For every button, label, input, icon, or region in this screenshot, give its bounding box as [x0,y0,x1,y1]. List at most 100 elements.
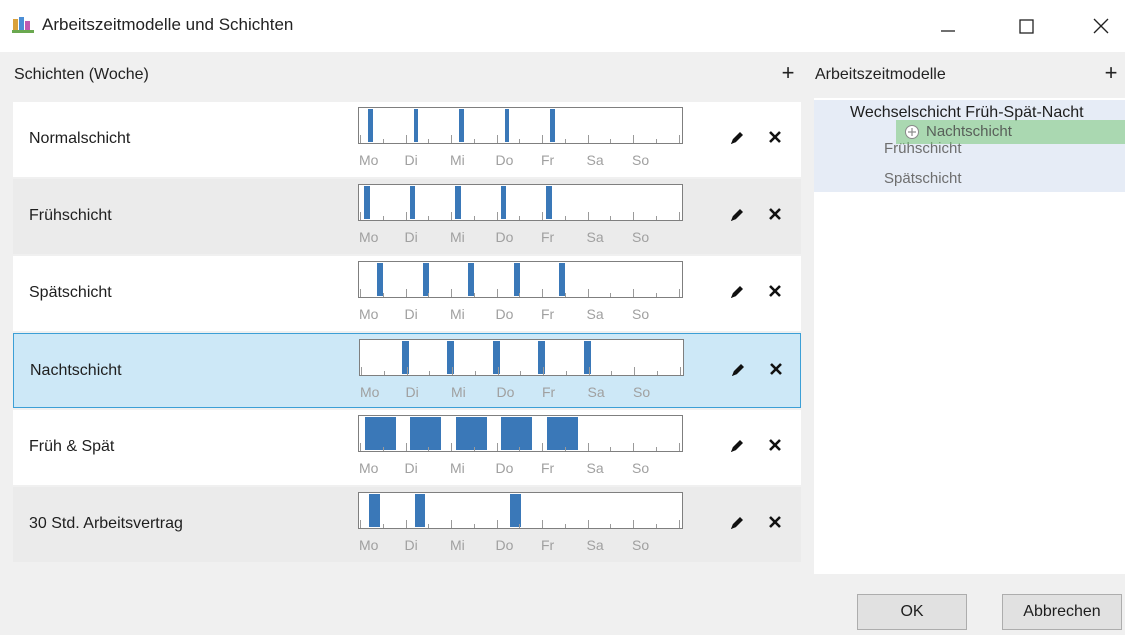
day-label: Mi [450,306,465,322]
plus-icon: + [781,60,795,85]
shift-time-block [459,109,464,142]
day-label: Do [495,229,514,245]
half-day-tick [429,371,431,375]
shift-time-block [455,417,487,450]
delete-shift-button[interactable] [765,128,785,148]
cancel-button[interactable]: Abbrechen [1002,594,1122,630]
day-label: Di [404,537,418,553]
shift-time-block [492,341,500,374]
pencil-icon [731,517,743,529]
week-schedule-bar [358,415,683,452]
day-label: Mo [359,306,379,322]
delete-shift-button[interactable] [765,436,785,456]
shift-row[interactable]: 30 Std. Arbeitsvertrag Mo Di Mi Do Fr Sa So [13,487,801,562]
shift-row[interactable]: Frühschicht Mo Di Mi Do Fr Sa So [13,179,801,254]
day-tick [496,135,498,143]
day-tick [587,212,589,220]
day-tick [679,367,681,375]
delete-icon [769,439,781,451]
day-tick [405,289,407,297]
shift-time-block [368,109,373,142]
day-tick [405,212,407,220]
day-tick [496,212,498,220]
shift-time-block [500,186,507,219]
plus-icon: + [1104,60,1118,85]
half-day-tick [473,524,475,528]
day-label: Mi [450,229,465,245]
delete-icon [769,516,781,528]
window-title: Arbeitszeitmodelle und Schichten [42,15,294,34]
shift-row[interactable]: Früh & Spät Mo Di Mi Do Fr Sa So [13,410,801,485]
half-day-tick [519,447,521,451]
app-icon [12,17,34,33]
half-day-tick [383,371,385,375]
pencil-icon [731,286,743,298]
edit-shift-button[interactable] [727,282,747,302]
day-label: Mi [450,152,465,168]
shift-row[interactable]: Spätschicht Mo Di Mi Do Fr Sa So [13,256,801,331]
delete-shift-button[interactable] [765,513,785,533]
model-shift-item[interactable]: Spätschicht [884,170,962,187]
day-tick [633,443,634,451]
day-tick [678,289,680,297]
half-day-tick [610,216,612,220]
half-day-tick [519,139,521,143]
models-panel: Arbeitszeitmodelle + Wechselschicht Früh… [808,52,1125,575]
maximize-button[interactable] [1006,10,1046,42]
day-tick [497,367,499,375]
drag-ghost: Nachtschicht [896,120,1125,144]
day-label: Do [495,460,514,476]
model-tree-item[interactable]: Wechselschicht Früh-Spät-Nacht Frühschic… [814,100,1125,192]
edit-shift-button[interactable] [727,436,747,456]
day-tick [496,443,498,451]
shift-name: 30 Std. Arbeitsvertrag [29,515,183,532]
day-label: Sa [586,537,604,553]
minimize-button[interactable] [928,10,968,42]
delete-shift-button[interactable] [765,205,785,225]
shift-time-block [468,263,475,296]
half-day-tick [428,293,430,297]
day-tick [360,443,361,451]
shift-row[interactable]: Normalschicht Mo Di Mi Do Fr Sa So [13,102,801,177]
ok-button[interactable]: OK [857,594,967,630]
day-tick [588,367,590,375]
day-label: Do [495,152,514,168]
day-label: Sa [586,460,604,476]
shift-time-block [510,494,521,527]
day-tick [360,135,361,143]
day-tick [360,212,361,220]
shift-row[interactable]: Nachtschicht Mo Di Mi Do Fr Sa So [13,333,801,408]
edit-shift-button[interactable] [727,128,747,148]
day-label: Mo [359,152,379,168]
shifts-panel-title: Schichten (Woche) [14,66,149,83]
half-day-tick [611,371,613,375]
day-label: Di [404,460,418,476]
add-model-button[interactable]: + [1100,62,1122,86]
edit-shift-button[interactable] [728,360,748,380]
week-schedule-bar [358,107,683,144]
day-tick [633,212,634,220]
half-day-tick [655,139,657,143]
close-button[interactable] [1081,10,1121,42]
add-shift-button[interactable]: + [777,62,799,86]
half-day-tick [473,293,475,297]
close-icon [1093,18,1109,34]
day-tick [543,367,544,375]
delete-shift-button[interactable] [765,282,785,302]
half-day-tick [519,293,521,297]
edit-shift-button[interactable] [727,513,747,533]
shift-time-block [409,186,416,219]
edit-shift-button[interactable] [727,205,747,225]
shift-time-block [501,417,533,450]
delete-shift-button[interactable] [766,360,786,380]
half-day-tick [428,139,430,143]
half-day-tick [610,139,612,143]
half-day-tick [519,524,521,528]
half-day-tick [564,216,566,220]
day-label: Do [496,384,515,400]
day-tick [451,212,452,220]
shift-time-block [559,263,566,296]
day-label: So [632,460,650,476]
pencil-icon [732,364,744,376]
day-tick [542,289,543,297]
